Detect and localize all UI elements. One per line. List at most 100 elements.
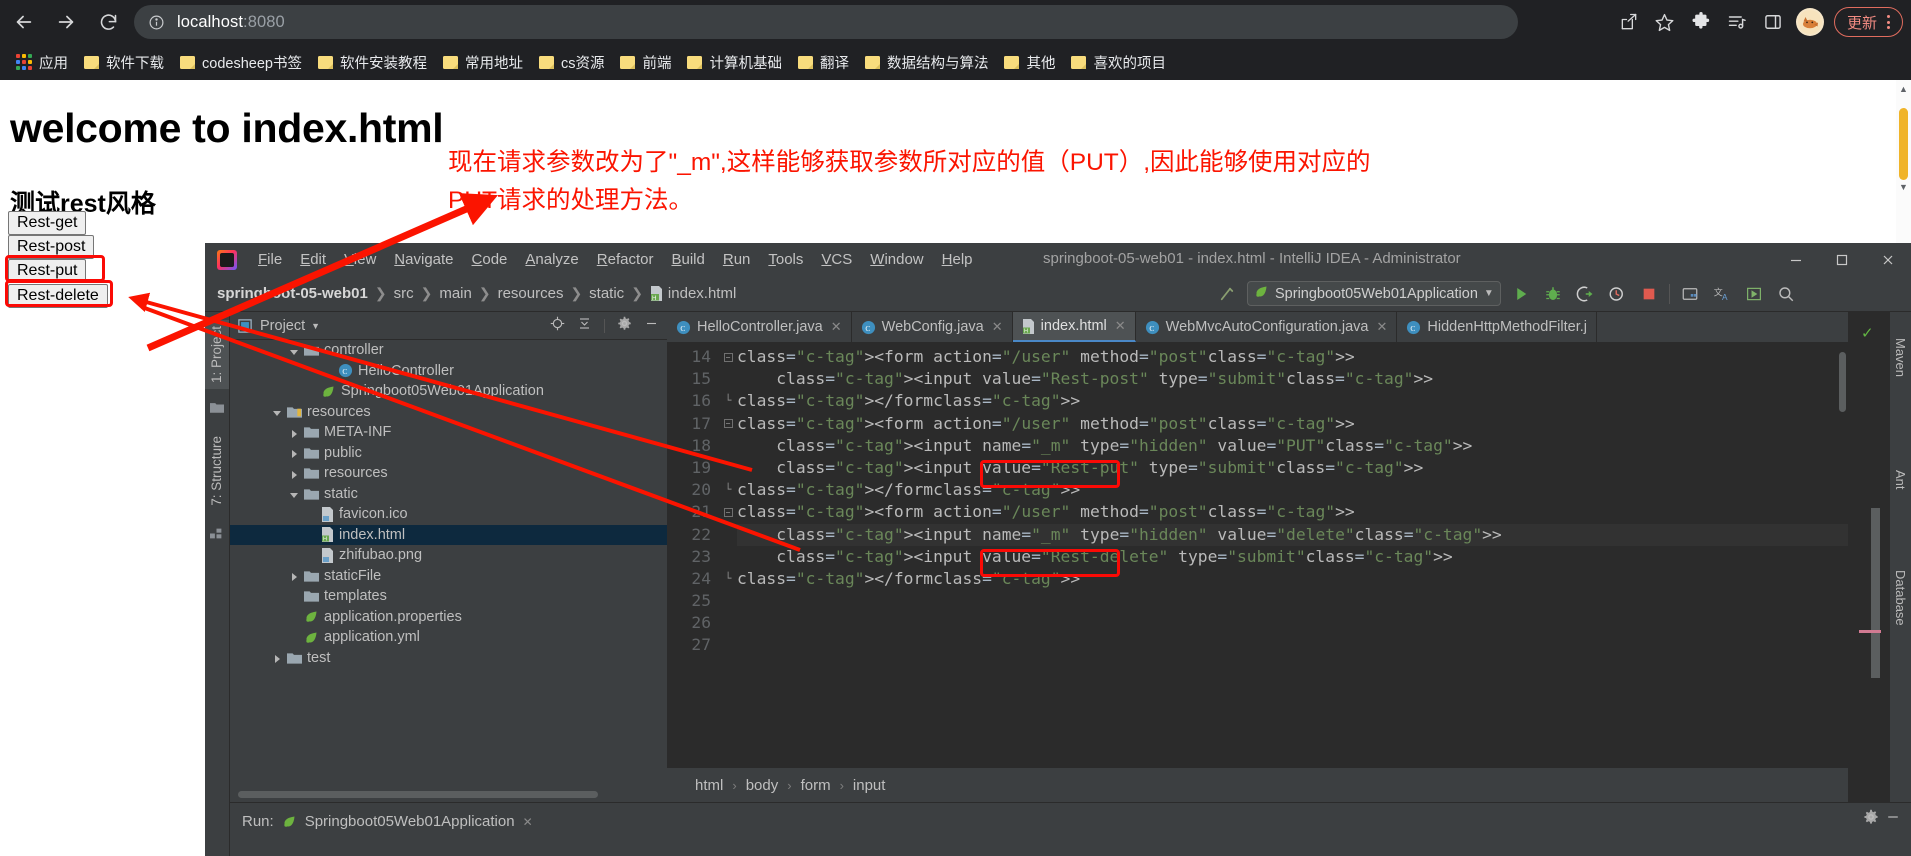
breadcrumb-item-3[interactable]: resources bbox=[498, 285, 564, 302]
menu-code[interactable]: Code bbox=[463, 251, 517, 268]
tree-node-zhifubao-png[interactable]: zhifubao.png bbox=[230, 545, 667, 566]
editor-tab-hiddenhttpmethodfilter-j[interactable]: C HiddenHttpMethodFilter.j bbox=[1397, 312, 1597, 342]
bookmark-3[interactable]: 软件安装教程 bbox=[310, 48, 435, 76]
tree-node-resources[interactable]: resources bbox=[230, 463, 667, 484]
code-line-20[interactable]: class="c-tag"></formclass="c-tag">> bbox=[737, 479, 1848, 501]
chevron-right-icon[interactable] bbox=[289, 570, 300, 582]
extensions-puzzle-icon[interactable] bbox=[1684, 5, 1718, 39]
chrome-menu-icon[interactable] bbox=[1881, 15, 1896, 29]
favorites-folder-icon[interactable] bbox=[210, 400, 224, 418]
maximize-button[interactable] bbox=[1819, 243, 1865, 276]
chevron-down-icon[interactable]: ▼ bbox=[1484, 288, 1494, 299]
code-line-14[interactable]: class="c-tag"><form action="/user" metho… bbox=[737, 346, 1848, 368]
chevron-right-icon[interactable] bbox=[289, 447, 300, 459]
rest-get-button[interactable] bbox=[8, 211, 87, 235]
bookmark-0[interactable]: 应用 bbox=[8, 48, 76, 76]
bookmark-10[interactable]: 其他 bbox=[996, 48, 1063, 76]
bookmark-6[interactable]: 前端 bbox=[612, 48, 679, 76]
code-text[interactable]: class="c-tag"><form action="/user" metho… bbox=[737, 342, 1848, 767]
build-hammer-icon[interactable] bbox=[1215, 282, 1239, 306]
breadcrumb-item-1[interactable]: src bbox=[394, 285, 414, 302]
tree-node-favicon-ico[interactable]: favicon.ico bbox=[230, 504, 667, 525]
run-button[interactable] bbox=[1509, 282, 1533, 306]
project-file-tree[interactable]: controller C HelloController Springboot05We… bbox=[230, 340, 667, 795]
editor-vertical-scrollbar[interactable] bbox=[1837, 342, 1848, 767]
menu-edit[interactable]: Edit bbox=[291, 251, 335, 268]
minimize-button[interactable] bbox=[1773, 243, 1819, 276]
code-line-19[interactable]: class="c-tag"><input value="Rest-put" ty… bbox=[737, 457, 1848, 479]
back-icon[interactable] bbox=[6, 4, 42, 40]
gear-icon[interactable] bbox=[1863, 809, 1879, 830]
tree-node-test[interactable]: test bbox=[230, 648, 667, 669]
tree-node-templates[interactable]: templates bbox=[230, 586, 667, 607]
editor-breadcrumb-form[interactable]: form bbox=[801, 777, 831, 794]
close-icon[interactable]: ✕ bbox=[831, 319, 842, 335]
code-line-26[interactable] bbox=[737, 612, 1848, 634]
code-line-16[interactable]: class="c-tag"></formclass="c-tag">> bbox=[737, 390, 1848, 412]
settings-gear-icon[interactable] bbox=[617, 316, 632, 336]
tool-tab-project[interactable]: 1: Project bbox=[205, 320, 229, 390]
build-variants-icon[interactable] bbox=[210, 527, 223, 545]
menu-refactor[interactable]: Refactor bbox=[588, 251, 663, 268]
code-line-23[interactable]: class="c-tag"><input value="Rest-delete"… bbox=[737, 546, 1848, 568]
code-fold-toggle[interactable]: └ bbox=[719, 479, 737, 501]
tree-node-springboot05web01application[interactable]: Springboot05Web01Application bbox=[230, 381, 667, 402]
breadcrumb-item-2[interactable]: main bbox=[439, 285, 472, 302]
menu-analyze[interactable]: Analyze bbox=[516, 251, 587, 268]
bookmark-5[interactable]: cs资源 bbox=[531, 48, 613, 76]
code-fold-toggle[interactable]: − bbox=[719, 501, 737, 523]
editor-breadcrumb-input[interactable]: input bbox=[853, 777, 886, 794]
breadcrumb-item-4[interactable]: static bbox=[589, 285, 624, 302]
inspection-scrollbar-thumb[interactable] bbox=[1871, 508, 1880, 678]
editor-tab-hellocontroller-java[interactable]: C HelloController.java ✕ bbox=[667, 312, 852, 342]
chevron-down-icon[interactable] bbox=[272, 406, 283, 417]
editor-tab-index-html[interactable]: Hindex.html ✕ bbox=[1012, 312, 1136, 342]
media-list-icon[interactable] bbox=[1720, 5, 1754, 39]
hide-panel-icon[interactable] bbox=[644, 316, 659, 336]
close-icon[interactable]: ✕ bbox=[1377, 319, 1388, 335]
close-icon[interactable]: ✕ bbox=[1115, 318, 1126, 334]
bookmark-2[interactable]: codesheep书签 bbox=[172, 48, 310, 76]
run-panel-tab[interactable]: Run: Springboot05Web01Application ✕ bbox=[242, 813, 533, 830]
tool-tab-maven[interactable]: Maven bbox=[1890, 330, 1911, 385]
code-fold-toggle[interactable]: └ bbox=[719, 568, 737, 590]
preview-button[interactable] bbox=[1742, 282, 1766, 306]
side-panel-icon[interactable] bbox=[1756, 5, 1790, 39]
tree-node-index-html[interactable]: Hindex.html bbox=[230, 524, 667, 545]
tree-node-public[interactable]: public bbox=[230, 443, 667, 464]
scroll-down-arrow[interactable]: ▼ bbox=[1896, 182, 1911, 198]
menu-run[interactable]: Run bbox=[714, 251, 760, 268]
menu-navigate[interactable]: Navigate bbox=[385, 251, 462, 268]
editor-scrollbar-thumb[interactable] bbox=[1839, 352, 1846, 412]
collapse-all-icon[interactable] bbox=[577, 316, 592, 336]
code-line-18[interactable]: class="c-tag"><input name="_m" type="hid… bbox=[737, 435, 1848, 457]
menu-window[interactable]: Window bbox=[861, 251, 932, 268]
translate-button[interactable]: 文A bbox=[1710, 282, 1734, 306]
close-button[interactable] bbox=[1865, 243, 1911, 276]
run-with-coverage-button[interactable] bbox=[1573, 282, 1597, 306]
tree-node-static[interactable]: static bbox=[230, 484, 667, 505]
update-button[interactable]: 更新 bbox=[1833, 7, 1903, 37]
code-line-17[interactable]: class="c-tag"><form action="/user" metho… bbox=[737, 413, 1848, 435]
inspection-gutter[interactable]: ✓ bbox=[1849, 312, 1890, 802]
chevron-right-icon[interactable] bbox=[289, 427, 300, 438]
code-fold-toggle[interactable]: − bbox=[719, 346, 737, 368]
tool-tab-database[interactable]: Database bbox=[1890, 562, 1911, 634]
code-line-15[interactable]: class="c-tag"><input value="Rest-post" t… bbox=[737, 368, 1848, 390]
tree-node-staticfile[interactable]: staticFile bbox=[230, 566, 667, 587]
code-editor[interactable]: 14 15 16 17 18 19 20 21 22 23 24 25 26 27 − └ − └ − └ clas… bbox=[667, 342, 1848, 767]
tree-horizontal-scrollbar[interactable] bbox=[238, 791, 598, 798]
code-line-25[interactable] bbox=[737, 590, 1848, 612]
code-fold-toggle[interactable]: └ bbox=[719, 390, 737, 412]
chevron-down-icon[interactable] bbox=[289, 345, 300, 356]
debug-button[interactable] bbox=[1541, 282, 1565, 306]
profile-avatar[interactable] bbox=[1795, 8, 1824, 36]
tree-node-controller[interactable]: controller bbox=[230, 340, 667, 361]
bookmark-1[interactable]: 软件下载 bbox=[76, 48, 172, 76]
code-line-24[interactable]: class="c-tag"></formclass="c-tag">> bbox=[737, 568, 1848, 590]
code-line-27[interactable] bbox=[737, 634, 1848, 656]
bookmark-8[interactable]: 翻译 bbox=[790, 48, 857, 76]
site-info-icon[interactable] bbox=[148, 14, 165, 31]
close-icon[interactable]: ✕ bbox=[523, 815, 533, 829]
menu-file[interactable]: File bbox=[249, 251, 291, 268]
